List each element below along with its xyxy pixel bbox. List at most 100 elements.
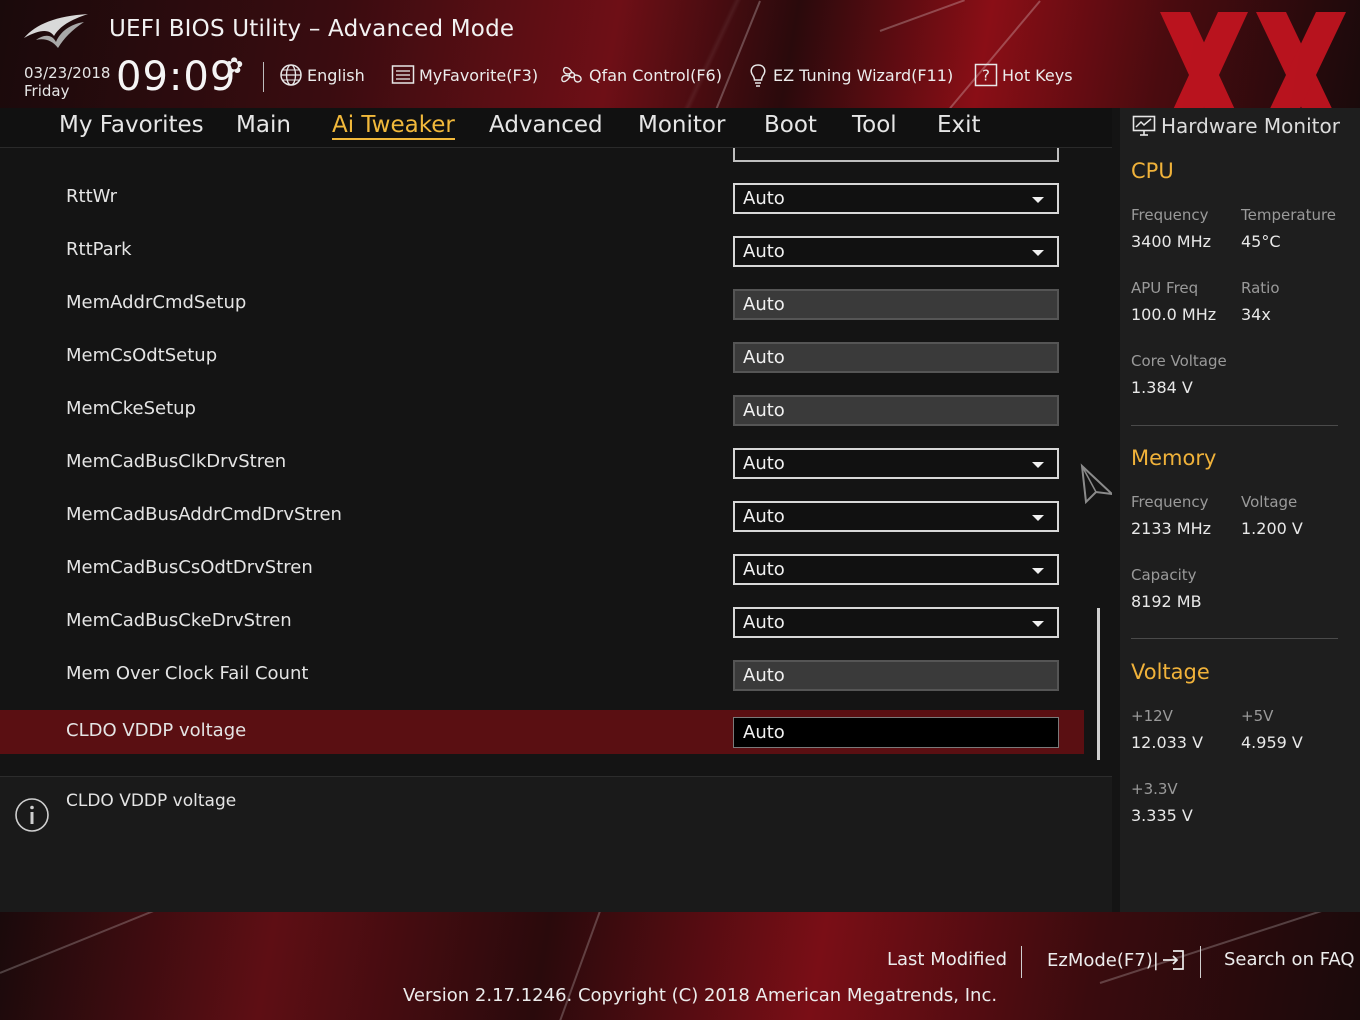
ezmode-label: EzMode(F7)| [1047, 949, 1159, 971]
setting-dropdown[interactable]: Auto [733, 183, 1059, 214]
tab-boot[interactable]: Boot [764, 112, 817, 138]
myfavorite-button[interactable]: MyFavorite(F3) [391, 62, 538, 88]
watermark-xx-logo-icon [1160, 12, 1346, 108]
decor-streak [0, 912, 242, 974]
tab-advanced[interactable]: Advanced [489, 112, 603, 138]
last-modified-label: Last Modified [887, 949, 1008, 970]
setting-text-input[interactable]: Auto [733, 717, 1059, 748]
hot-keys-button[interactable]: ? Hot Keys [974, 62, 1073, 88]
setting-row-memcsodtsetup[interactable]: MemCsOdtSetup Auto [0, 335, 1084, 379]
memory-voltage-value: 1.200 V [1241, 519, 1303, 538]
voltage-section-title: Voltage [1131, 660, 1210, 684]
setting-value: Auto [743, 241, 785, 262]
setting-label: RttPark [66, 239, 132, 260]
v33-value: 3.335 V [1131, 806, 1193, 825]
setting-row-memcadbuscke drvstren[interactable]: MemCadBusCkeDrvStren Auto [0, 600, 1084, 644]
globe-icon [280, 64, 302, 86]
footer-separator [1021, 946, 1022, 978]
memory-voltage-label: Voltage [1241, 493, 1298, 511]
setting-dropdown[interactable]: Auto [733, 236, 1059, 267]
header-separator [263, 62, 264, 92]
myfavorite-label: MyFavorite(F3) [419, 65, 539, 85]
setting-dropdown[interactable]: Auto [733, 554, 1059, 585]
tab-exit[interactable]: Exit [937, 112, 981, 138]
memory-frequency-label: Frequency [1131, 493, 1209, 511]
day-text: Friday [24, 82, 70, 100]
setting-value: Auto [743, 506, 785, 527]
cpu-frequency-value: 3400 MHz [1131, 232, 1212, 251]
tab-main[interactable]: Main [236, 112, 291, 138]
setting-dropdown[interactable]: Auto [733, 448, 1059, 479]
setting-label: RttWr [66, 186, 118, 207]
setting-label: MemAddrCmdSetup [66, 292, 247, 313]
cpu-ratio-value: 34x [1241, 305, 1271, 324]
apu-freq-value: 100.0 MHz [1131, 305, 1217, 324]
ez-tuning-label: EZ Tuning Wizard(F11) [773, 65, 954, 85]
core-voltage-value: 1.384 V [1131, 378, 1193, 397]
date-display: 03/23/2018 Friday [24, 64, 110, 100]
tab-ai-tweaker[interactable]: Ai Tweaker [332, 112, 455, 140]
setting-row-rttwr[interactable]: RttWr Auto [0, 176, 1084, 220]
setting-row-memcadbusclkdrvstren[interactable]: MemCadBusClkDrvStren Auto [0, 441, 1084, 485]
setting-value: Auto [743, 188, 785, 209]
v12-value: 12.033 V [1131, 733, 1204, 752]
language-button[interactable]: English [279, 62, 365, 88]
language-label: English [307, 65, 365, 85]
settings-scrollbar[interactable] [1097, 608, 1100, 760]
footer-separator [1200, 946, 1201, 978]
setting-value: Auto [743, 665, 785, 686]
mouse-cursor-icon [1080, 463, 1112, 504]
hardware-monitor-title-text: Hardware Monitor [1161, 114, 1340, 138]
setting-value: Auto [743, 453, 785, 474]
setting-label: MemCsOdtSetup [66, 345, 218, 366]
question-icon: ? [974, 63, 998, 87]
setting-row-memcadbuscsodtdrvstren[interactable]: MemCadBusCsOdtDrvStren Auto [0, 547, 1084, 591]
tab-monitor[interactable]: Monitor [638, 112, 725, 138]
decor-streak [1099, 912, 1329, 984]
dropdown-caret-icon [1032, 621, 1044, 627]
setting-dropdown[interactable]: Auto [733, 607, 1059, 638]
monitor-icon [1132, 115, 1156, 136]
v5-label: +5V [1241, 707, 1274, 725]
setting-value: Auto [743, 294, 785, 315]
dropdown-caret-icon [1032, 462, 1044, 468]
setting-row-memcadbusaddrcmddrvstren[interactable]: MemCadBusAddrCmdDrvStren Auto [0, 494, 1084, 538]
hardware-monitor-panel: Hardware Monitor CPU Frequency Temperatu… [1120, 108, 1360, 912]
search-on-faq-button[interactable]: Search on FAQ [1224, 949, 1355, 970]
setting-label: MemCadBusAddrCmdDrvStren [66, 504, 342, 525]
clock-settings-gear-icon[interactable]: ✿ [225, 54, 243, 79]
search-faq-label: Search on FAQ [1224, 949, 1355, 970]
setting-dropdown[interactable]: Auto [733, 501, 1059, 532]
cpu-section-title: CPU [1131, 159, 1174, 183]
setting-label: MemCadBusCsOdtDrvStren [66, 557, 313, 578]
setting-row-cldo-vddp-voltage[interactable]: CLDO VDDP voltage Auto [0, 710, 1084, 754]
partial-setting-field [733, 148, 1059, 162]
memory-capacity-label: Capacity [1131, 566, 1197, 584]
setting-row-memckesetup[interactable]: MemCkeSetup Auto [0, 388, 1084, 432]
ezmode-button[interactable]: EzMode(F7)| [1047, 949, 1185, 971]
setting-readonly-field: Auto [733, 289, 1059, 320]
setting-value: Auto [743, 559, 785, 580]
decor-streak [710, 0, 761, 108]
core-voltage-label: Core Voltage [1131, 352, 1227, 370]
v5-value: 4.959 V [1241, 733, 1303, 752]
dropdown-caret-icon [1032, 250, 1044, 256]
clock-display: 09:09 [116, 54, 237, 100]
setting-row-mem-over-clock-fail-count[interactable]: Mem Over Clock Fail Count Auto [0, 653, 1084, 697]
settings-list: RttWr Auto RttPark Auto MemAddrCmdSetup … [0, 148, 1112, 768]
setting-value: Auto [743, 347, 785, 368]
app-title: UEFI BIOS Utility – Advanced Mode [109, 16, 515, 42]
info-icon [15, 798, 49, 832]
setting-row-memaddrcmdsetup[interactable]: MemAddrCmdSetup Auto [0, 282, 1084, 326]
tab-my-favorites[interactable]: My Favorites [59, 112, 204, 138]
tab-tool[interactable]: Tool [852, 112, 897, 138]
svg-text:?: ? [982, 67, 990, 85]
cpu-temperature-value: 45°C [1241, 232, 1281, 251]
qfan-control-button[interactable]: Qfan Control(F6) [559, 62, 722, 88]
section-divider [1131, 425, 1338, 426]
setting-row-rttpark[interactable]: RttPark Auto [0, 229, 1084, 273]
last-modified-button[interactable]: Last Modified [887, 949, 1007, 970]
ez-tuning-wizard-button[interactable]: EZ Tuning Wizard(F11) [747, 62, 953, 88]
exit-arrow-icon [1162, 950, 1184, 970]
footer-bar: Last Modified EzMode(F7)| Search on FAQ … [0, 912, 1360, 1020]
